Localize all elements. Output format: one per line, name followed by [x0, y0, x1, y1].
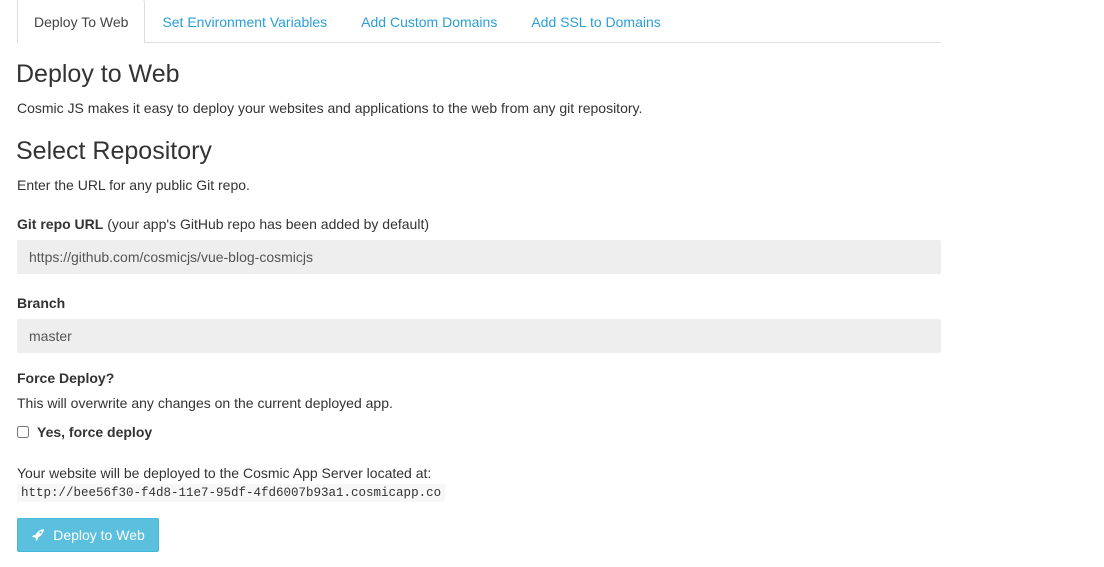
force-deploy-checkbox[interactable]	[17, 426, 29, 438]
deploy-to-web-button[interactable]: Deploy to Web	[17, 518, 159, 552]
branch-label-text: Branch	[17, 295, 66, 311]
deploy-button-label: Deploy to Web	[53, 527, 145, 543]
section-description: Enter the URL for any public Git repo.	[17, 177, 250, 193]
section-title: Select Repository	[16, 137, 212, 165]
git-repo-label-note: (your app's GitHub repo has been added b…	[103, 216, 430, 232]
page-title: Deploy to Web	[16, 60, 180, 88]
tab-add-custom-domains[interactable]: Add Custom Domains	[344, 0, 514, 43]
deploy-page: Deploy To Web Set Environment Variables …	[0, 0, 1104, 567]
tab-deploy-to-web[interactable]: Deploy To Web	[17, 0, 146, 43]
git-repo-label: Git repo URL (your app's GitHub repo has…	[17, 216, 429, 232]
git-repo-url-input[interactable]	[17, 240, 941, 274]
tab-set-environment-variables[interactable]: Set Environment Variables	[145, 0, 344, 43]
git-repo-label-bold: Git repo URL	[17, 216, 104, 232]
tab-add-ssl-to-domains[interactable]: Add SSL to Domains	[514, 0, 677, 43]
force-deploy-label: Force Deploy?	[17, 370, 114, 386]
intro-text: Cosmic JS makes it easy to deploy your w…	[17, 100, 643, 116]
force-deploy-label-text: Force Deploy?	[17, 370, 115, 386]
tab-bar: Deploy To Web Set Environment Variables …	[17, 0, 941, 43]
force-deploy-checkbox-label: Yes, force deploy	[37, 424, 153, 440]
force-deploy-description: This will overwrite any changes on the c…	[17, 395, 393, 411]
server-url: http://bee56f30-f4d8-11e7-95df-4fd6007b9…	[17, 484, 446, 502]
deploy-location-note: Your website will be deployed to the Cos…	[17, 465, 432, 481]
branch-label: Branch	[17, 295, 65, 311]
branch-input[interactable]	[17, 319, 941, 353]
force-deploy-option[interactable]: Yes, force deploy	[17, 424, 152, 440]
rocket-icon	[32, 529, 45, 541]
